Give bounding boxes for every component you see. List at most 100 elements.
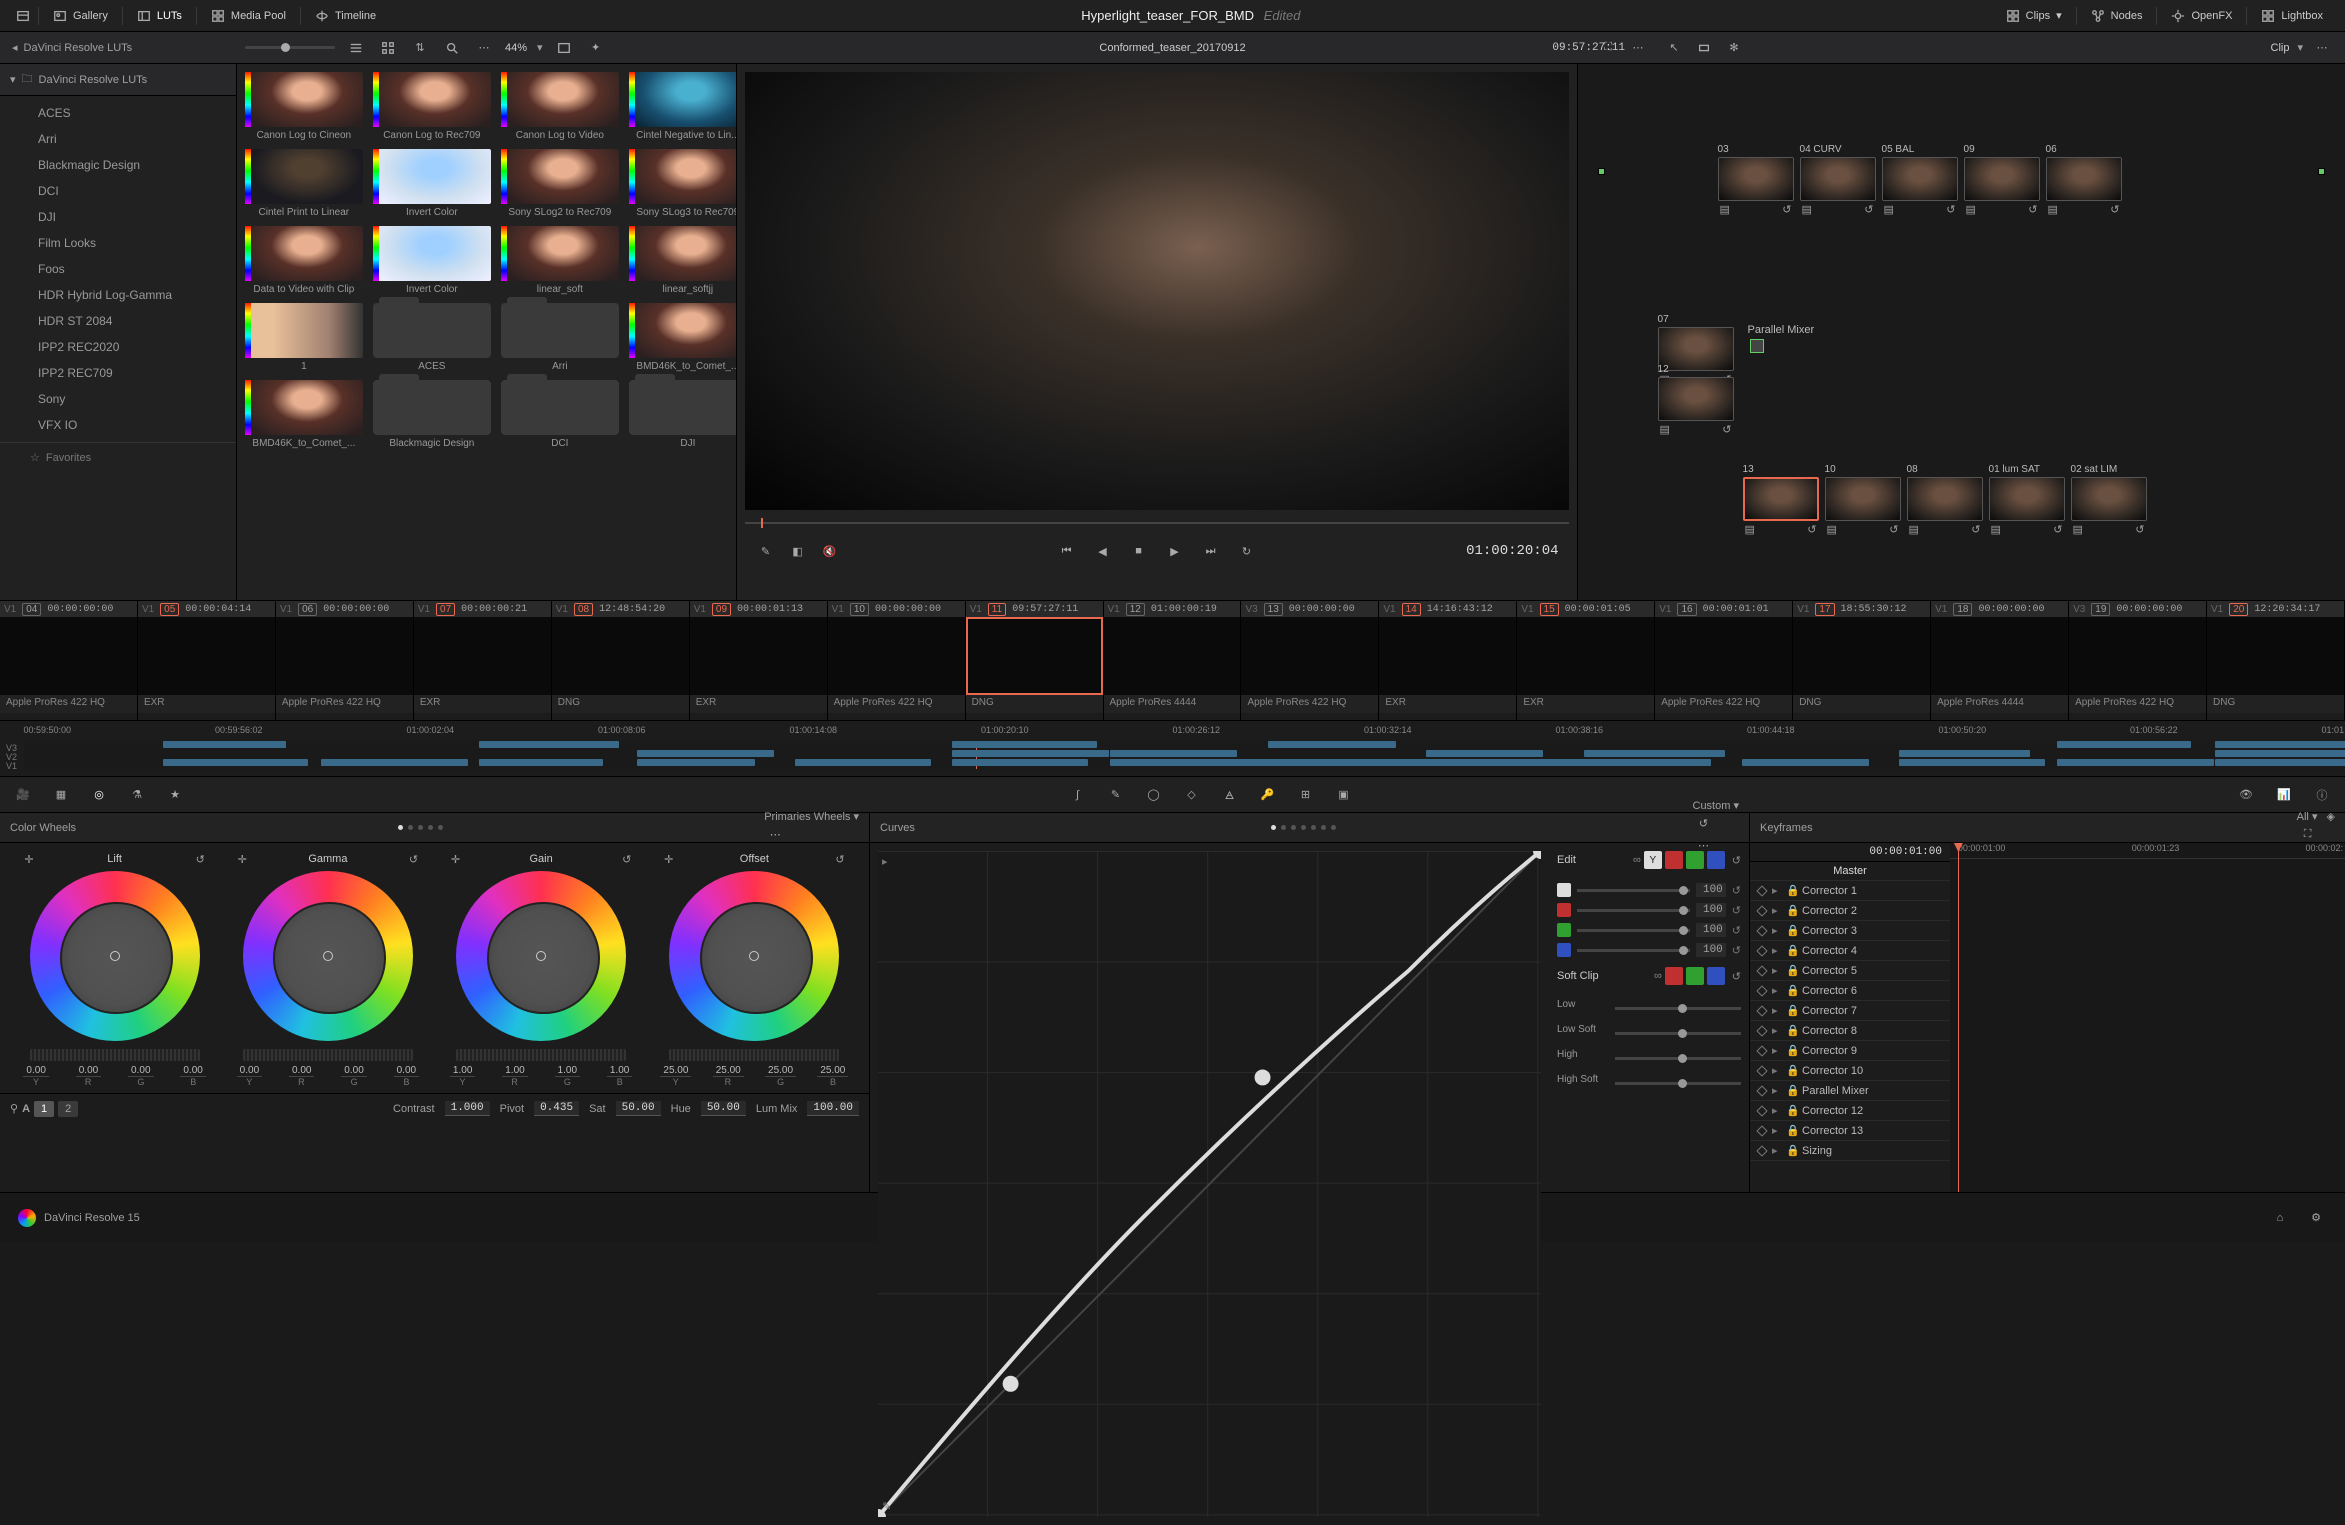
lut-item[interactable]: Cintel Print to Linear	[245, 149, 363, 218]
reset-icon[interactable]: ↺	[407, 853, 421, 867]
tree-arrow-icon[interactable]: ▸	[1772, 924, 1780, 937]
tree-arrow-icon[interactable]: ▸	[1772, 984, 1780, 997]
keyframe-row[interactable]: ▸🔒Corrector 10	[1750, 1061, 1950, 1081]
wheel-value[interactable]: 1.00	[607, 1065, 632, 1077]
lut-folder-item[interactable]: Blackmagic Design	[0, 152, 236, 178]
lut-item[interactable]: Canon Log to Rec709	[373, 72, 491, 141]
node[interactable]: 10▤↺	[1825, 464, 1901, 538]
lut-folder-item[interactable]: Arri	[0, 126, 236, 152]
channel-r[interactable]	[1665, 851, 1683, 869]
hue-value[interactable]: 50.00	[701, 1101, 746, 1116]
lut-item[interactable]: Invert Color	[373, 226, 491, 295]
lut-folder-item[interactable]: HDR ST 2084	[0, 308, 236, 334]
zoom-value[interactable]: 44%	[505, 42, 527, 54]
window-icon[interactable]: ◯	[1143, 784, 1165, 806]
clip-strip-item[interactable]: V11600:00:01:01Apple ProRes 422 HQ	[1655, 601, 1793, 720]
wheel-value[interactable]: 25.00	[765, 1065, 796, 1077]
lut-item[interactable]: Blackmagic Design	[373, 380, 491, 449]
list-view-icon[interactable]	[345, 37, 367, 59]
wheel-value[interactable]: 0.00	[76, 1065, 101, 1077]
node[interactable]: 01 lum SAT▤↺	[1989, 464, 2065, 538]
lightbox-tab[interactable]: Lightbox	[2251, 5, 2333, 27]
keyframe-diamond-icon[interactable]	[1756, 1045, 1767, 1056]
reset-icon[interactable]: ↺	[1732, 944, 1741, 957]
link-icon[interactable]: ∞	[1654, 970, 1662, 982]
keyframe-row[interactable]: ▸🔒Corrector 7	[1750, 1001, 1950, 1021]
clip-dropdown[interactable]: Clip	[2271, 42, 2290, 54]
sizing-icon[interactable]: ⊞	[1295, 784, 1317, 806]
keyframe-diamond-icon[interactable]	[1756, 1125, 1767, 1136]
clip-strip-item[interactable]: V10900:00:01:13EXR	[690, 601, 828, 720]
jog-wheel[interactable]	[243, 1049, 413, 1061]
fx-tool-icon[interactable]: ✻	[1723, 37, 1745, 59]
clip-strip-item[interactable]: V11800:00:00:00Apple ProRes 4444	[1931, 601, 2069, 720]
chevron-down-icon[interactable]: ▾	[853, 811, 859, 823]
track[interactable]	[24, 750, 2345, 757]
keyframe-diamond-icon[interactable]	[1756, 1145, 1767, 1156]
lut-item[interactable]: linear_soft	[501, 226, 619, 295]
lut-folder-item[interactable]: Film Looks	[0, 230, 236, 256]
tracking-icon[interactable]: ◇	[1181, 784, 1203, 806]
lut-item[interactable]: Canon Log to Cineon	[245, 72, 363, 141]
clip-strip-item[interactable]: V11414:16:43:12EXR	[1379, 601, 1517, 720]
softclip-g[interactable]	[1686, 967, 1704, 985]
keyframe-row[interactable]: ▸🔒Parallel Mixer	[1750, 1081, 1950, 1101]
lut-item[interactable]: 1	[245, 303, 363, 372]
lut-item[interactable]: DJI	[629, 380, 737, 449]
curve-plot[interactable]: ▸ ✎	[878, 851, 1541, 1517]
motion-icon[interactable]: ★	[164, 784, 186, 806]
softclip-slider[interactable]	[1615, 1032, 1741, 1035]
page-2[interactable]: 2	[58, 1101, 78, 1117]
link-icon[interactable]: ∞	[1633, 854, 1641, 866]
curves-icon[interactable]: ∫	[1067, 784, 1089, 806]
tree-arrow-icon[interactable]: ◂	[12, 41, 18, 54]
keyframe-row[interactable]: ▸🔒Corrector 4	[1750, 941, 1950, 961]
channel-g[interactable]	[1686, 851, 1704, 869]
sat-value[interactable]: 50.00	[616, 1101, 661, 1116]
node-graph[interactable]: 03▤↺04 CURV▤↺05 BAL▤↺09▤↺06▤↺07▤↺Paralle…	[1578, 64, 2345, 600]
keyframe-diamond-icon[interactable]	[1756, 985, 1767, 996]
thumb-size-slider[interactable]	[245, 46, 335, 49]
keyframe-diamond-icon[interactable]	[1756, 1105, 1767, 1116]
hist-toggle-icon[interactable]: ▸	[882, 855, 888, 868]
node[interactable]: 03▤↺	[1718, 144, 1794, 218]
grid-view-icon[interactable]	[377, 37, 399, 59]
keyframe-diamond-icon[interactable]	[1756, 905, 1767, 916]
picker-icon[interactable]: ⚲	[10, 1102, 18, 1115]
softclip-slider[interactable]	[1615, 1082, 1741, 1085]
wheel-value[interactable]: 0.00	[237, 1065, 262, 1077]
options-icon-1[interactable]: ⋯	[473, 37, 495, 59]
3d-icon[interactable]: ▣	[1333, 784, 1355, 806]
node[interactable]: 04 CURV▤↺	[1800, 144, 1876, 218]
prev-clip-icon[interactable]: ⏮	[1056, 540, 1078, 562]
viewer-scrub[interactable]	[745, 518, 1569, 528]
wheel-value[interactable]: 1.00	[450, 1065, 475, 1077]
play-icon[interactable]: ▶	[1164, 540, 1186, 562]
intensity-value[interactable]: 100	[1696, 923, 1726, 937]
lut-item[interactable]: Cintel Negative to Lin...	[629, 72, 737, 141]
node[interactable]: 12▤↺	[1658, 364, 1734, 438]
contrast-value[interactable]: 1.000	[445, 1101, 490, 1116]
loop-icon[interactable]: ↻	[1236, 540, 1258, 562]
clip-strip-item[interactable]: V31900:00:00:00Apple ProRes 422 HQ	[2069, 601, 2207, 720]
lummix-value[interactable]: 100.00	[807, 1101, 859, 1116]
keyframe-toggle-icon[interactable]: 👁	[2235, 784, 2257, 806]
keyframe-track[interactable]: 00:00:01:0000:00:01:2300:00:02:	[1950, 843, 2345, 1192]
reset-icon[interactable]: ↺	[193, 853, 207, 867]
intensity-value[interactable]: 100	[1696, 903, 1726, 917]
info-icon[interactable]: ⓘ	[2311, 784, 2333, 806]
keyframes-mode[interactable]: All	[2297, 811, 2309, 823]
intensity-slider[interactable]	[1577, 909, 1690, 912]
keyframe-diamond-icon[interactable]	[1756, 945, 1767, 956]
clips-menu[interactable]: Clips ▾	[1996, 5, 2072, 27]
lock-icon[interactable]: 🔒	[1786, 984, 1796, 997]
keyframe-master-row[interactable]: Master	[1750, 862, 1950, 881]
reset-icon[interactable]: ↺	[620, 853, 634, 867]
lut-folder-item[interactable]: DCI	[0, 178, 236, 204]
picker-icon[interactable]: ✛	[22, 853, 36, 867]
tree-arrow-icon[interactable]: ▸	[1772, 884, 1780, 897]
clip-strip-item[interactable]: V11000:00:00:00Apple ProRes 422 HQ	[828, 601, 966, 720]
chevron-down-icon[interactable]: ▾	[2312, 811, 2318, 823]
lut-item[interactable]: Invert Color	[373, 149, 491, 218]
options-icon[interactable]: ⋯	[764, 823, 786, 845]
